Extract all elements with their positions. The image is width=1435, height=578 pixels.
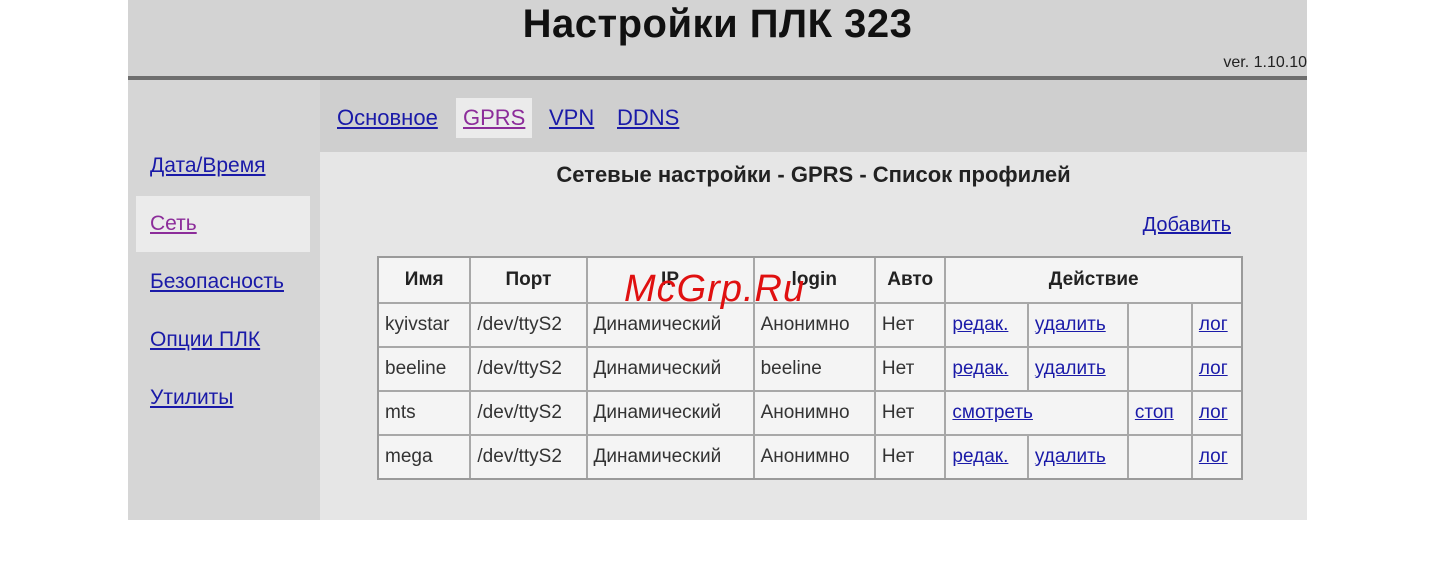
page-title: Настройки ПЛК 323	[522, 2, 913, 46]
sidebar-item-datetime[interactable]: Дата/Время	[136, 138, 310, 194]
tab-label[interactable]: Основное	[337, 105, 438, 130]
cell-stop-empty	[1128, 304, 1193, 348]
delete-link[interactable]: удалить	[1035, 314, 1106, 335]
column-header-name: Имя	[379, 258, 472, 304]
cell-log: лог	[1193, 436, 1241, 478]
plc-settings-window: Настройки ПЛК 323 ver. 1.10.10 Дата/Врем…	[128, 0, 1307, 520]
tab-label[interactable]: VPN	[549, 105, 594, 130]
cell-log: лог	[1192, 304, 1241, 348]
cell-stop-empty	[1129, 436, 1193, 478]
table-row: mega /dev/ttyS2 Динамический Анонимно Не…	[379, 436, 1241, 478]
sidebar-item-network[interactable]: Сеть	[136, 196, 310, 252]
tab-label[interactable]: DDNS	[617, 105, 679, 130]
column-header-login: login	[754, 258, 876, 304]
sidebar-item-security[interactable]: Безопасность	[136, 254, 310, 310]
cell-edit: редак.	[946, 304, 1029, 348]
log-link[interactable]: лог	[1199, 446, 1228, 467]
sidebar-item-label[interactable]: Безопасность	[150, 270, 284, 293]
cell-name: mts	[379, 392, 472, 436]
cell-delete: удалить	[1029, 436, 1129, 478]
log-link[interactable]: лог	[1199, 358, 1228, 379]
table-row: mts /dev/ttyS2 Динамический Анонимно Нет…	[379, 392, 1241, 436]
tab-vpn[interactable]: VPN	[542, 98, 601, 138]
cell-ip: Динамический	[587, 304, 755, 348]
table-row: kyivstar /dev/ttyS2 Динамический Анонимн…	[379, 304, 1241, 348]
cell-port: /dev/ttyS2	[471, 348, 588, 392]
cell-ip: Динамический	[588, 436, 755, 478]
cell-login: beeline	[754, 348, 876, 392]
tab-bar: Основное GPRS VPN DDNS	[320, 80, 1307, 152]
cell-ip: Динамический	[587, 392, 755, 436]
tab-ddns[interactable]: DDNS	[610, 98, 686, 138]
delete-link[interactable]: удалить	[1035, 446, 1106, 467]
sidebar-item-label[interactable]: Утилиты	[150, 386, 233, 409]
delete-link[interactable]: удалить	[1035, 358, 1106, 379]
column-header-auto: Авто	[875, 258, 947, 304]
profiles-table: Имя Порт IP login Авто Действие kyivstar…	[377, 256, 1243, 480]
sidebar-item-utilities[interactable]: Утилиты	[136, 370, 310, 426]
cell-login: Анонимно	[754, 392, 876, 436]
edit-link[interactable]: редак.	[952, 314, 1008, 335]
tab-label[interactable]: GPRS	[463, 105, 525, 130]
cell-stop-empty	[1128, 348, 1193, 392]
cell-login: Анонимно	[755, 436, 876, 478]
column-header-action: Действие	[946, 258, 1241, 304]
log-link[interactable]: лог	[1199, 314, 1228, 335]
section-title: Сетевые настройки - GPRS - Список профил…	[556, 162, 1071, 187]
cell-auto: Нет	[876, 436, 947, 478]
edit-link[interactable]: редак.	[952, 446, 1008, 467]
sidebar-item-label[interactable]: Дата/Время	[150, 154, 266, 177]
view-link[interactable]: смотреть	[952, 402, 1033, 423]
table-header-row: Имя Порт IP login Авто Действие	[379, 258, 1241, 304]
table-row: beeline /dev/ttyS2 Динамический beeline …	[379, 348, 1241, 392]
cell-ip: Динамический	[587, 348, 755, 392]
cell-delete: удалить	[1028, 348, 1129, 392]
column-header-port: Порт	[471, 258, 588, 304]
sidebar-item-label[interactable]: Сеть	[150, 212, 197, 235]
cell-log: лог	[1192, 392, 1241, 436]
cell-delete: удалить	[1028, 304, 1129, 348]
sidebar-item-label[interactable]: Опции ПЛК	[150, 328, 260, 351]
column-header-ip: IP	[587, 258, 755, 304]
main-content: Сетевые настройки - GPRS - Список профил…	[320, 152, 1307, 520]
cell-port: /dev/ttyS2	[471, 304, 588, 348]
cell-name: mega	[379, 436, 472, 478]
page-header: Настройки ПЛК 323 ver. 1.10.10	[128, 0, 1307, 80]
stop-link[interactable]: стоп	[1135, 402, 1174, 423]
cell-log: лог	[1192, 348, 1241, 392]
tab-general[interactable]: Основное	[330, 98, 445, 138]
cell-port: /dev/ttyS2	[471, 436, 588, 478]
cell-login: Анонимно	[754, 304, 876, 348]
log-link[interactable]: лог	[1199, 402, 1228, 423]
add-profile-link[interactable]: Добавить	[1143, 214, 1231, 237]
edit-link[interactable]: редак.	[952, 358, 1008, 379]
cell-stop: стоп	[1128, 392, 1193, 436]
cell-view: смотреть	[946, 392, 1129, 436]
cell-name: kyivstar	[379, 304, 472, 348]
tab-gprs[interactable]: GPRS	[456, 98, 533, 138]
cell-auto: Нет	[875, 348, 947, 392]
cell-auto: Нет	[875, 304, 947, 348]
version-label: ver. 1.10.10	[1223, 54, 1307, 71]
sidebar-item-plc-options[interactable]: Опции ПЛК	[136, 312, 310, 368]
cell-edit: редак.	[946, 436, 1029, 478]
cell-edit: редак.	[946, 348, 1029, 392]
cell-name: beeline	[379, 348, 472, 392]
cell-auto: Нет	[875, 392, 947, 436]
sidebar-nav: Дата/Время Сеть Безопасность Опции ПЛК У…	[128, 80, 320, 520]
cell-port: /dev/ttyS2	[471, 392, 588, 436]
